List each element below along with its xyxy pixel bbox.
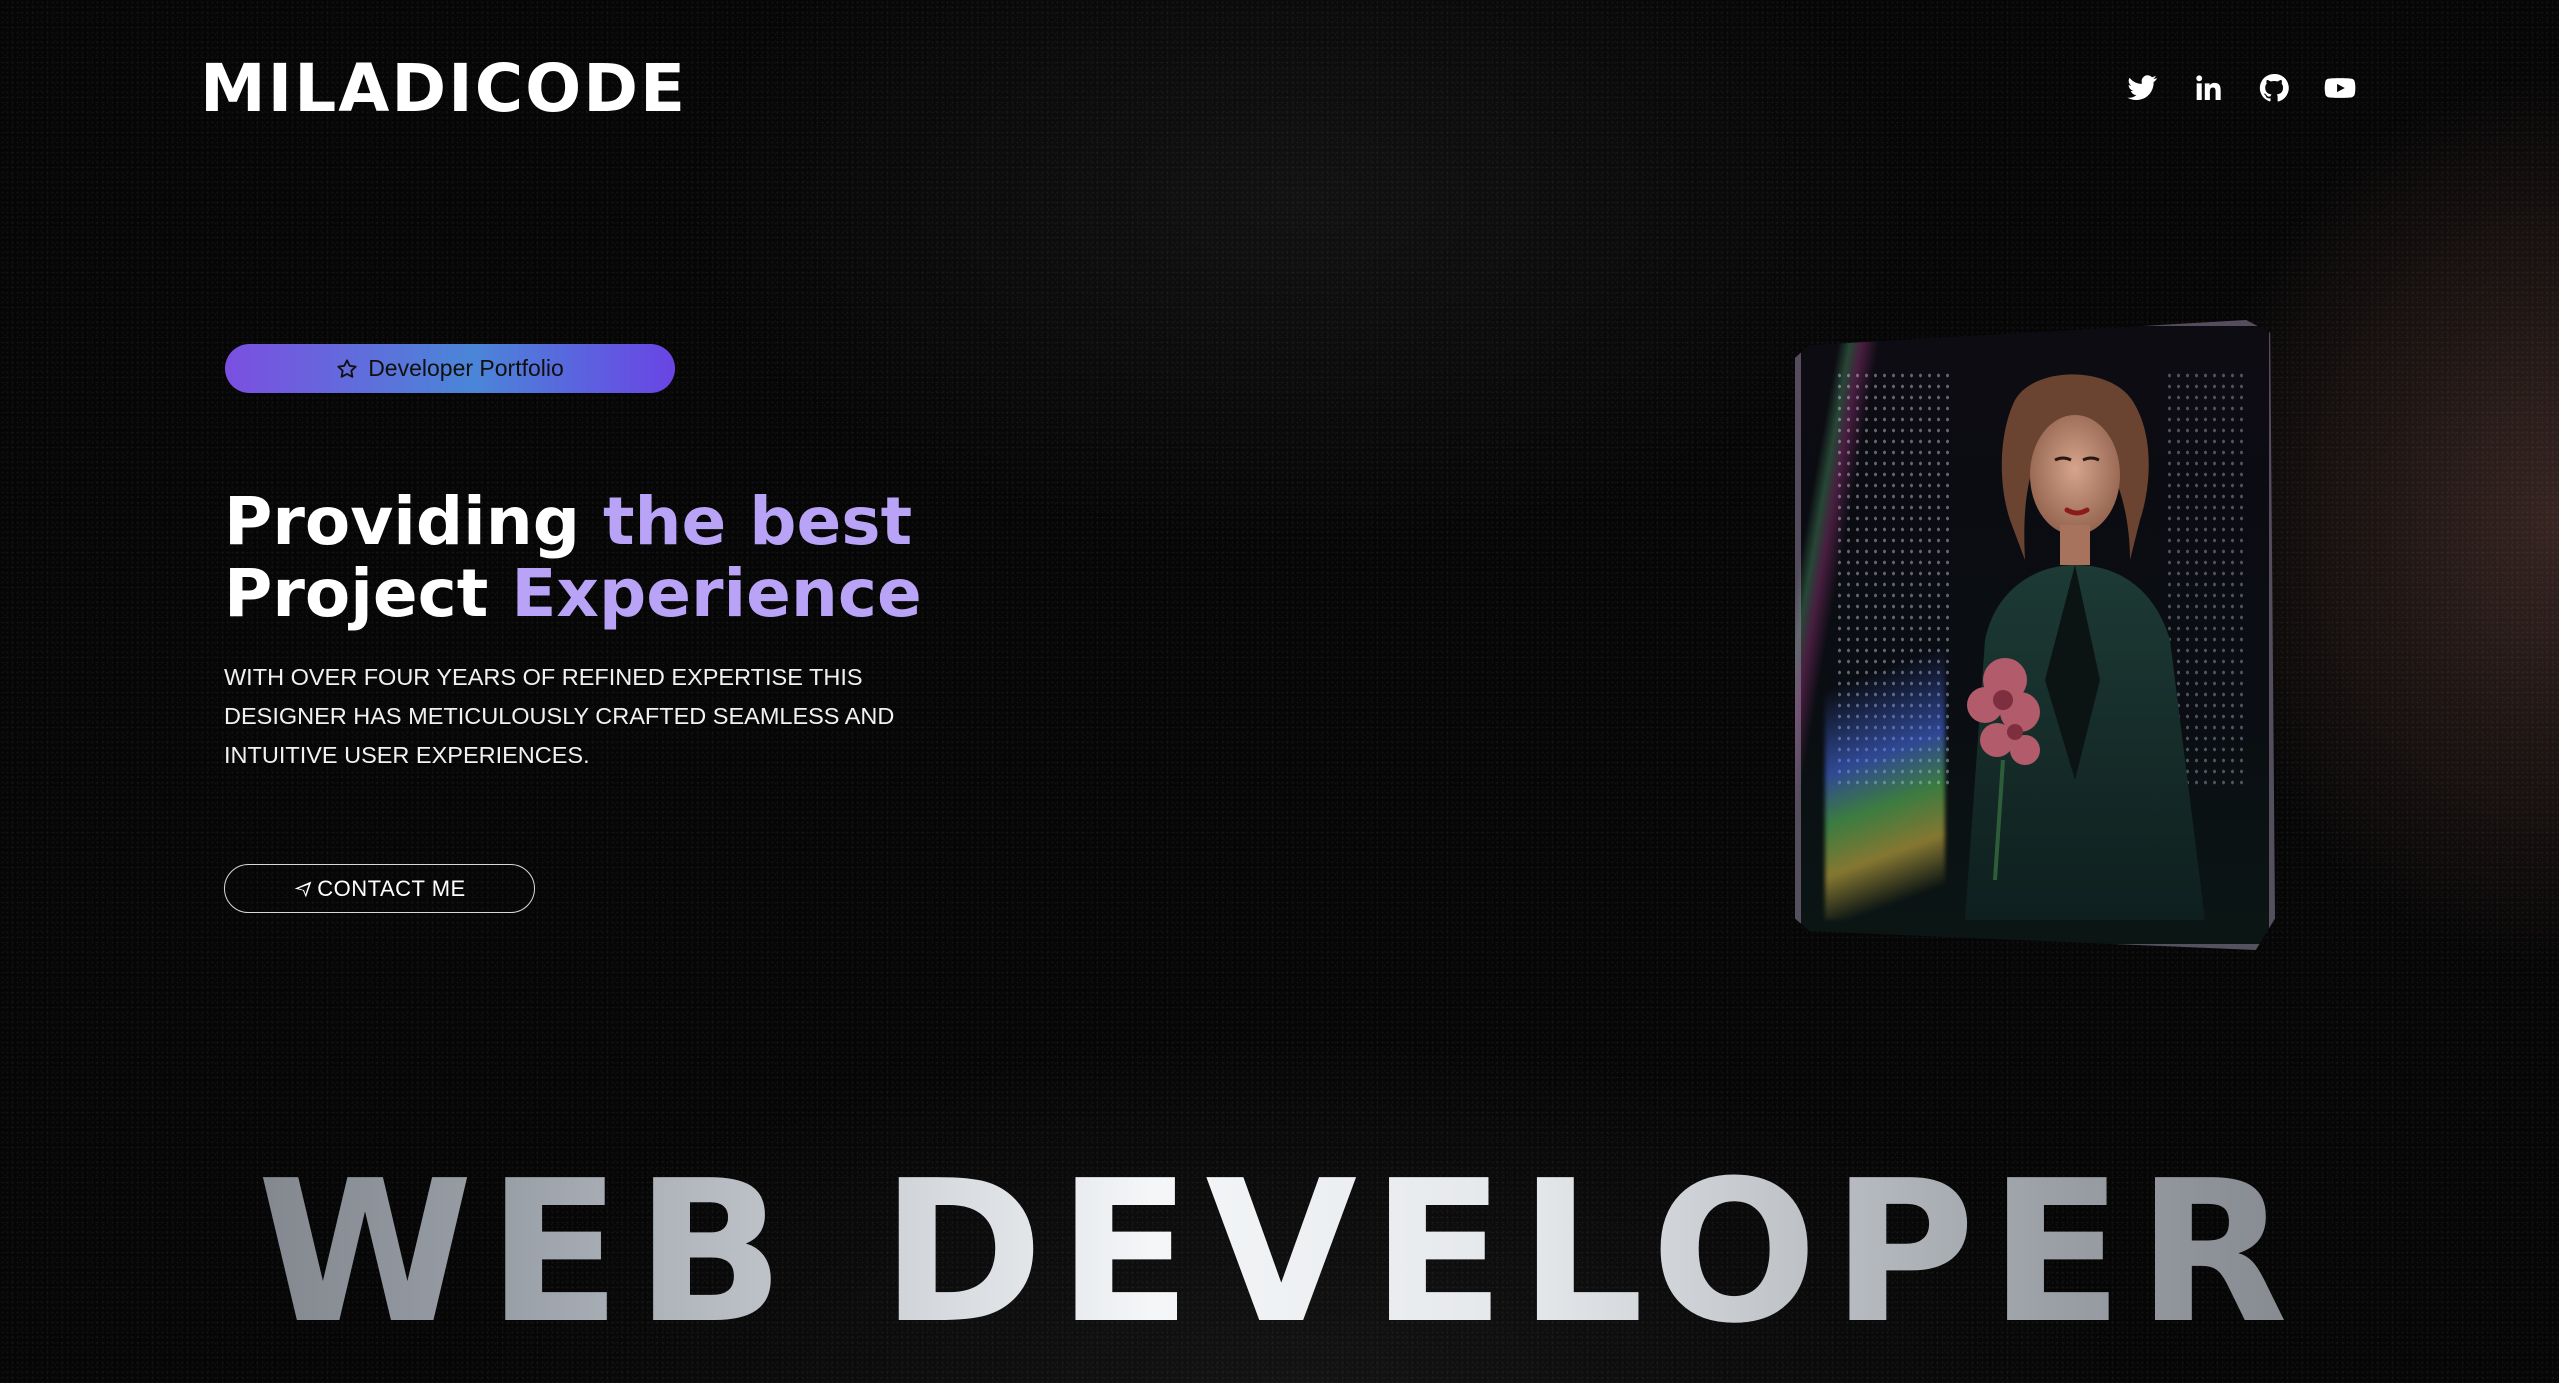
youtube-icon (2324, 78, 2356, 98)
site-logo[interactable]: MILADICODE (200, 56, 687, 122)
portrait-card (1795, 320, 2275, 950)
social-links (2126, 72, 2356, 104)
page: MILADICODE Developer Portfolio Providing… (0, 0, 2559, 1383)
headline-word-project: Project (224, 555, 489, 632)
headline-the-best: the best (603, 483, 913, 560)
hero-description: WITH OVER FOUR YEARS OF REFINED EXPERTIS… (224, 664, 895, 768)
twitter-link[interactable] (2126, 72, 2158, 104)
headline-word-experience: Experience (511, 555, 922, 632)
star-icon (337, 358, 357, 378)
portrait-illustration (1965, 374, 2205, 920)
linkedin-icon (2196, 75, 2221, 100)
twitter-icon (2127, 75, 2157, 101)
web-developer-banner: WEB DEVELOPER (0, 1155, 2559, 1351)
headline-word-providing: Providing (224, 483, 581, 560)
badge-label: Developer Portfolio (368, 355, 564, 381)
contact-me-button[interactable]: CONTACT ME (224, 864, 535, 913)
github-icon (2259, 73, 2289, 102)
linkedin-link[interactable] (2192, 72, 2224, 104)
contact-me-label: CONTACT ME (317, 875, 466, 901)
youtube-link[interactable] (2324, 72, 2356, 104)
send-icon (294, 881, 312, 897)
portrait-frame (1795, 320, 2275, 950)
developer-portfolio-badge: Developer Portfolio (225, 344, 675, 393)
hero-headline: Providing the best Project Experience (224, 486, 922, 630)
github-link[interactable] (2258, 72, 2290, 104)
